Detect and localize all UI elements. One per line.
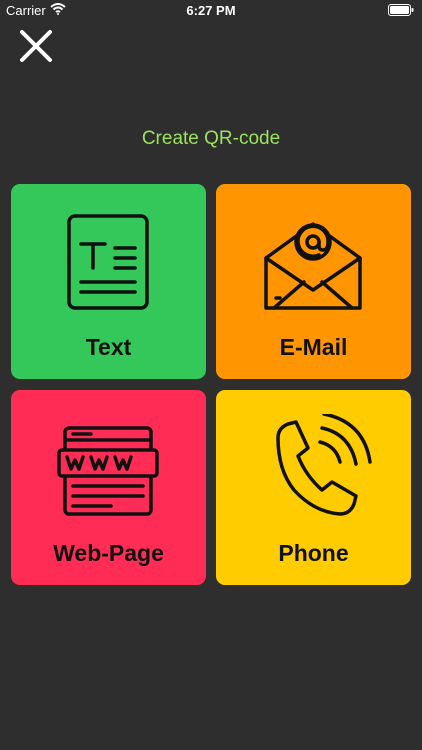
email-envelope-icon — [216, 208, 411, 318]
text-document-icon — [11, 208, 206, 318]
text-tile[interactable]: Text — [11, 184, 206, 379]
status-time: 6:27 PM — [186, 3, 236, 18]
close-icon — [20, 30, 52, 62]
status-bar: Carrier 6:27 PM — [0, 0, 422, 22]
battery-icon — [388, 4, 414, 19]
email-tile-label: E-Mail — [279, 334, 348, 360]
web-page-tile-label: Web-Page — [53, 540, 164, 566]
phone-icon — [216, 412, 411, 524]
text-tile-label: Text — [85, 334, 132, 360]
web-page-icon — [11, 414, 206, 524]
web-page-tile[interactable]: Web-Page — [11, 390, 206, 585]
close-button[interactable] — [18, 28, 54, 64]
email-tile[interactable]: E-Mail — [216, 184, 411, 379]
page-title: Create QR-code — [141, 128, 281, 149]
phone-tile[interactable]: Phone — [216, 390, 411, 585]
phone-tile-label: Phone — [278, 540, 349, 566]
